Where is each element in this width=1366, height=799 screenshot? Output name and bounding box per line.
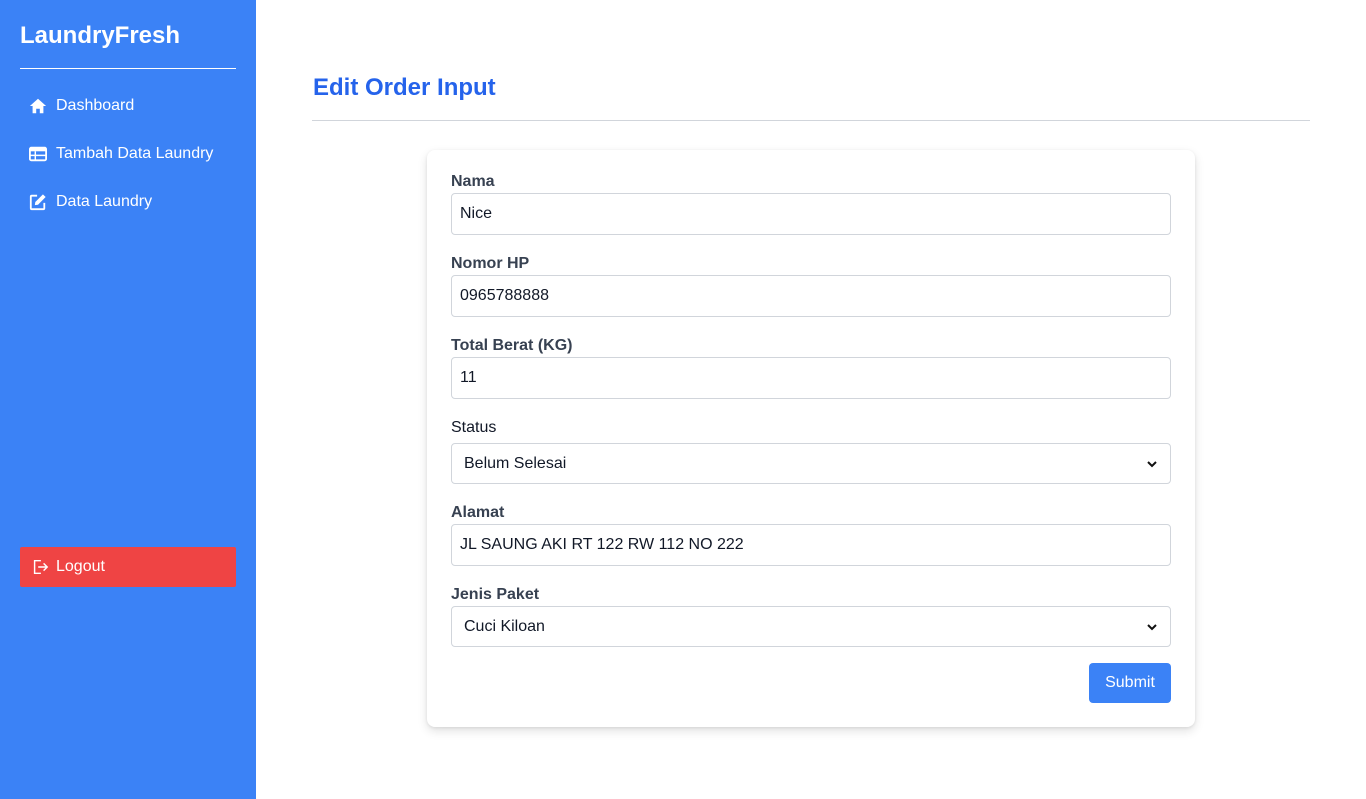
sidebar-item-label: Tambah Data Laundry xyxy=(56,145,214,162)
jenis-paket-select[interactable]: Cuci Kiloan xyxy=(451,606,1171,647)
status-selected-value: Belum Selesai xyxy=(464,454,567,472)
chevron-down-icon xyxy=(1146,458,1158,470)
total-berat-field-group: Total Berat (KG) 11 xyxy=(451,335,1171,399)
edit-order-form: Nama Nice Nomor HP 0965788888 Total Bera… xyxy=(427,150,1195,727)
logout-icon xyxy=(30,557,50,577)
logout-button[interactable]: Logout xyxy=(20,547,236,587)
submit-button[interactable]: Submit xyxy=(1089,663,1171,703)
status-select[interactable]: Belum Selesai xyxy=(451,443,1171,484)
table-icon xyxy=(28,144,48,164)
logout-label: Logout xyxy=(56,558,105,575)
nama-field-group: Nama Nice xyxy=(451,171,1171,235)
edit-icon xyxy=(28,192,48,212)
nomor-hp-input[interactable]: 0965788888 xyxy=(451,275,1171,317)
chevron-down-icon xyxy=(1146,621,1158,633)
sidebar-item-data-laundry[interactable]: Data Laundry xyxy=(20,180,236,224)
nama-label: Nama xyxy=(451,173,495,190)
sidebar: LaundryFresh Dashboard Tambah Data Laund… xyxy=(0,0,256,799)
total-berat-input[interactable]: 11 xyxy=(451,357,1171,399)
total-berat-label: Total Berat (KG) xyxy=(451,337,573,354)
sidebar-item-label: Dashboard xyxy=(56,97,135,114)
sidebar-item-dashboard[interactable]: Dashboard xyxy=(20,84,236,128)
page-title: Edit Order Input xyxy=(313,74,496,101)
sidebar-nav: Dashboard Tambah Data Laundry Data Laund… xyxy=(20,84,236,228)
nama-input[interactable]: Nice xyxy=(451,193,1171,235)
brand-logo[interactable]: LaundryFresh xyxy=(20,22,180,50)
alamat-input[interactable]: JL SAUNG AKI RT 122 RW 112 NO 222 xyxy=(451,524,1171,566)
jenis-paket-label: Jenis Paket xyxy=(451,586,540,603)
alamat-field-group: Alamat JL SAUNG AKI RT 122 RW 112 NO 222 xyxy=(451,502,1171,566)
status-field-group: Status Belum Selesai xyxy=(451,417,1171,484)
status-label: Status xyxy=(451,419,497,436)
alamat-label: Alamat xyxy=(451,504,505,521)
home-icon xyxy=(28,96,48,116)
sidebar-item-tambah-data-laundry[interactable]: Tambah Data Laundry xyxy=(20,132,236,176)
nomor-hp-label: Nomor HP xyxy=(451,255,530,272)
jenis-paket-field-group: Jenis Paket Cuci Kiloan xyxy=(451,584,1171,647)
nomor-hp-field-group: Nomor HP 0965788888 xyxy=(451,253,1171,317)
title-divider xyxy=(312,120,1310,121)
sidebar-item-label: Data Laundry xyxy=(56,193,153,210)
brand-divider xyxy=(20,68,236,69)
jenis-paket-selected-value: Cuci Kiloan xyxy=(464,617,545,635)
